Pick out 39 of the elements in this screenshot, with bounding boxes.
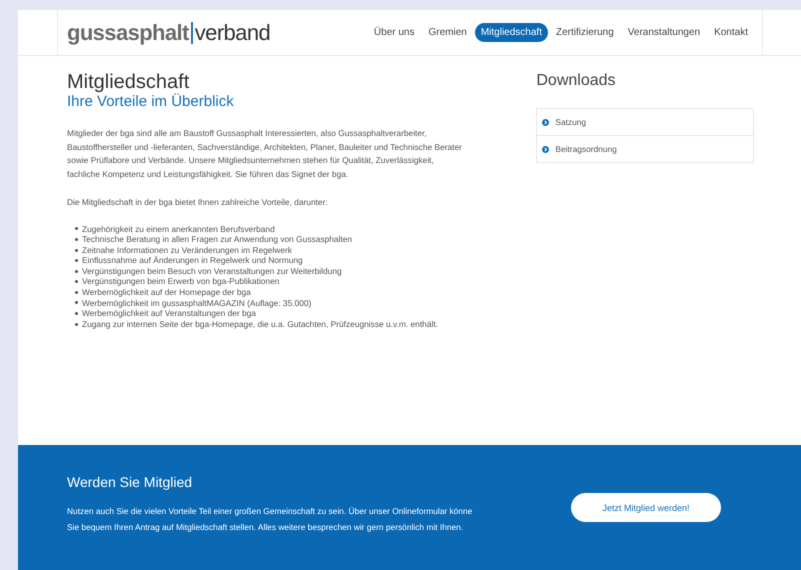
body-paragraph: Mitglieder der bga sind alle am Baustoff Gussasphalt Interessierten, also Gussasphaltverarbeiter, Baustoffhersteller und -lieferanten, Sachverständige, Architekten, Planer, Bauleiter und Technische Berater sowie Prüflabore und Verbände. Unsere Mitgliedsunternehmen stehen für Qualität, Zuverlässigkeit, fachliche Kompetenz und Leistungsfähigkeit. Sie führen das Signet der bga. xyxy=(67,127,463,182)
nav-link[interactable]: Mitgliedschaft xyxy=(474,23,548,42)
bullet-icon xyxy=(75,259,78,262)
join-button[interactable]: Jetzt Mitglied werden! xyxy=(571,493,721,522)
benefit-item: Einflussnahme auf Änderungen in Regelwerk und Normung xyxy=(82,255,303,266)
chevron-circle-icon xyxy=(542,118,550,126)
page-title: Mitgliedschaft xyxy=(67,71,190,93)
cta-text: Nutzen auch Sie die vielen Vorteile Teil einer großen Gemeinschaft zu sein. Über unser Onlineformular könne Sie bequem Ihren Antrag auf Mitgliedschaft stellen. Alles weitere besprechen wir gern persönlich mit Ihnen. xyxy=(67,505,474,534)
nav-link[interactable]: Kontakt xyxy=(708,23,754,42)
bullet-icon xyxy=(75,270,78,273)
bullet-icon xyxy=(75,227,78,230)
nav-link[interactable]: Gremien xyxy=(422,23,473,42)
download-link[interactable]: Beitragsordnung xyxy=(555,144,617,154)
body-paragraph: Die Mitgliedschaft in der bga bietet Ihnen zahlreiche Vorteile, darunter: xyxy=(67,196,329,209)
nav-link[interactable]: Veranstaltungen xyxy=(622,23,706,42)
cta-heading: Werden Sie Mitglied xyxy=(67,473,194,491)
benefit-item: Vergünstigungen beim Erwerb von bga-Publikationen xyxy=(82,276,280,288)
benefit-item: Werbemöglichkeit auf Veranstaltungen der bga xyxy=(82,308,256,319)
chevron-circle-icon xyxy=(542,146,550,152)
benefit-item: Werbemöglichkeit auf der Homepage der bga xyxy=(82,287,251,298)
download-link[interactable]: Satzung xyxy=(555,117,586,127)
benefit-item: Vergünstigungen beim Besuch von Veranstaltungen zur Weiterbildung xyxy=(82,266,342,276)
downloads-heading: Downloads xyxy=(536,71,617,91)
bullet-icon xyxy=(75,301,78,304)
bullet-icon xyxy=(75,238,78,241)
bullet-icon xyxy=(75,312,78,316)
benefit-item: Technische Beratung in allen Fragen zur Anwendung von Gussasphalten xyxy=(82,234,352,245)
bullet-icon xyxy=(75,322,78,326)
nav-link[interactable]: Zertifizierung xyxy=(550,23,620,42)
benefit-item: Zugang zur internen Seite der bga-Homepage, die u.a. Gutachten, Prüfzeugnisse u.v.m. enthält. xyxy=(82,318,438,330)
benefit-item: Zugehörigkeit zu einem anerkannten Berufsverband xyxy=(82,224,275,234)
benefit-item: Werbemöglichkeit im gussasphaltMAGAZIN (Auflage: 35.000) xyxy=(82,298,312,308)
bullet-icon xyxy=(75,290,78,294)
site-logo[interactable]: gussasphalt verband xyxy=(67,20,270,46)
bullet-icon xyxy=(75,280,78,284)
benefit-item: Zeitnahe Informationen zu Veränderungen im Regelwerk xyxy=(82,244,292,256)
page-subtitle: Ihre Vorteile im Überblick xyxy=(67,93,235,111)
bullet-icon xyxy=(75,248,78,252)
nav-link[interactable]: Über uns xyxy=(368,23,420,42)
